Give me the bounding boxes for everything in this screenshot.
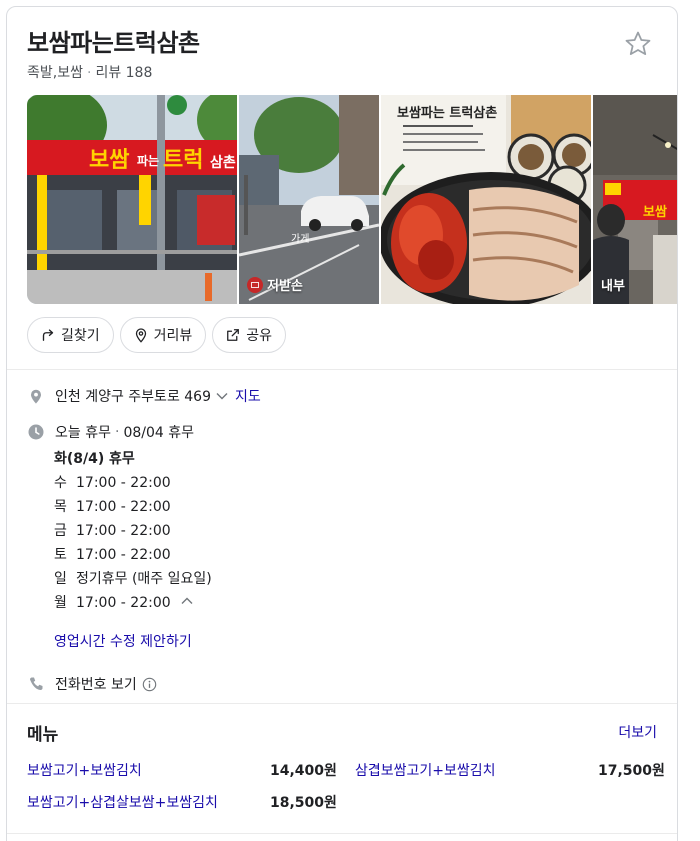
hours-row: 일 정기휴무 (매주 일요일) <box>54 567 657 591</box>
photo-street[interactable]: 가게 저받손 <box>239 95 379 304</box>
divider <box>7 833 677 834</box>
location-pin-icon <box>31 389 41 404</box>
menu-item: 삼겹보쌈고기+보쌈김치 17,500원 <box>355 760 665 780</box>
menu-card-text: 보쌈파는 트럭삼촌 <box>397 105 497 121</box>
sign-text: 파는 <box>137 153 159 168</box>
menu-title: 메뉴 <box>27 725 59 745</box>
clock-icon <box>28 424 44 440</box>
place-meta: 족발,보쌈 · 리뷰 188 <box>27 65 153 81</box>
menu-item-name[interactable]: 보쌈고기+보쌈김치 <box>27 763 142 779</box>
menu-item-price: 17,500원 <box>598 763 665 779</box>
hours-row: 토 17:00 - 22:00 <box>54 543 657 567</box>
menu-item-price: 14,400원 <box>270 763 337 779</box>
menu-item: 보쌈고기+삼겹살보쌈+보쌈김치 18,500원 <box>27 792 337 812</box>
share-icon <box>227 329 240 341</box>
interior-label: 내부 <box>601 279 625 294</box>
uploader-avatar-icon <box>247 276 263 293</box>
suggest-edit-wrap: 영업시간 수정 제안하기 <box>54 631 657 651</box>
interior-sign-text: 보쌈 <box>643 204 667 220</box>
hours-status-detail: 08/04 휴무 <box>123 425 194 441</box>
hours-day: 월 <box>54 595 67 611</box>
hours-time: 17:00 - 22:00 <box>76 595 171 611</box>
photo-food[interactable]: 보쌈파는 트럭삼촌 <box>381 95 591 304</box>
hours-time: 17:00 - 22:00 <box>76 499 171 515</box>
address-text: 인천 계양구 주부토로 469 <box>55 389 211 405</box>
chevron-up-icon[interactable] <box>180 594 194 608</box>
hours-day: 금 <box>54 523 67 539</box>
hours-time: 정기휴무 (매주 일요일) <box>76 571 212 587</box>
photo-tag-store: 가게 <box>291 233 309 245</box>
hours-day: 토 <box>54 547 67 563</box>
hours-row: 목 17:00 - 22:00 <box>54 495 657 519</box>
photo-storefront[interactable]: 보쌈 파는 트럭 삼촌 <box>27 95 237 304</box>
hours-row: 화(8/4) 휴무 <box>54 447 657 471</box>
directions-button[interactable]: 길찾기 <box>27 317 114 353</box>
hours-status: 오늘 휴무 <box>55 425 111 441</box>
sign-text: 보쌈 <box>89 148 129 173</box>
sign-text: 삼촌 <box>210 155 236 171</box>
uploader-name: 저받손 <box>267 279 303 294</box>
sign-text: 트럭 <box>163 148 203 173</box>
photo-strip: 보쌈 파는 트럭 삼촌 가게 저받손 보쌈파는 트럭삼촌 보쌈 내부 <box>27 95 677 304</box>
phone-icon <box>30 677 43 690</box>
star-icon[interactable] <box>623 29 653 59</box>
hours-row: 금 17:00 - 22:00 <box>54 519 657 543</box>
place-card: 보쌈파는트럭삼촌 족발,보쌈 · 리뷰 188 보쌈 파는 트럭 삼촌 가게 저… <box>6 6 678 841</box>
action-bar: 길찾기 거리뷰 공유 <box>27 317 287 353</box>
menu-item-name[interactable]: 보쌈고기+삼겹살보쌈+보쌈김치 <box>27 795 218 811</box>
hours-day: 수 <box>54 475 67 491</box>
share-button[interactable]: 공유 <box>212 317 287 353</box>
info-icon[interactable] <box>142 677 157 692</box>
menu-item-name[interactable]: 삼겹보쌈고기+보쌈김치 <box>355 763 496 779</box>
hours-day: 일 <box>54 571 67 587</box>
suggest-hours-edit-link[interactable]: 영업시간 수정 제안하기 <box>54 634 192 650</box>
phone-link[interactable]: 전화번호 보기 <box>55 674 137 694</box>
menu-item: 보쌈고기+보쌈김치 14,400원 <box>27 760 337 780</box>
directions-label: 길찾기 <box>61 328 100 344</box>
phone-row: 전화번호 보기 <box>27 673 657 695</box>
hours-day: 목 <box>54 499 67 515</box>
place-title: 보쌈파는트럭삼촌 <box>27 29 200 57</box>
hours-time: 17:00 - 22:00 <box>76 547 171 563</box>
divider <box>7 703 677 704</box>
chevron-down-icon[interactable] <box>215 389 229 403</box>
map-link[interactable]: 지도 <box>235 386 261 406</box>
info-section: 인천 계양구 주부토로 469 지도 오늘 휴무 · 08/04 휴무 화(8/… <box>27 385 657 695</box>
streetview-label: 거리뷰 <box>153 328 193 344</box>
hours-row: 수 17:00 - 22:00 <box>54 471 657 495</box>
location-pin-icon <box>135 328 146 343</box>
hours-status-row: 오늘 휴무 · 08/04 휴무 <box>27 421 657 443</box>
place-header: 보쌈파는트럭삼촌 족발,보쌈 · 리뷰 188 <box>27 27 657 83</box>
hours-time: 휴무 <box>109 451 135 467</box>
category-label: 족발,보쌈 <box>27 65 83 81</box>
streetview-button[interactable]: 거리뷰 <box>119 317 207 353</box>
hours-row: 월 17:00 - 22:00 <box>54 591 657 615</box>
menu-item-price: 18,500원 <box>270 795 337 811</box>
hours-time: 17:00 - 22:00 <box>76 523 171 539</box>
uploader-tag: 저받손 <box>247 275 303 294</box>
hours-table: 화(8/4) 휴무 수 17:00 - 22:00 목 17:00 - 22:00 금… <box>54 447 657 651</box>
hours-day: 화(8/4) <box>54 451 105 467</box>
directions-arrow-icon <box>42 329 54 341</box>
share-label: 공유 <box>246 328 273 344</box>
menu-more-link[interactable]: 더보기 <box>618 722 657 742</box>
interior-tag: 내부 <box>601 275 625 294</box>
review-count[interactable]: 리뷰 188 <box>95 65 152 81</box>
divider <box>7 369 677 370</box>
address-row: 인천 계양구 주부토로 469 지도 <box>27 385 657 407</box>
hours-time: 17:00 - 22:00 <box>76 475 171 491</box>
photo-interior[interactable]: 보쌈 내부 <box>593 95 677 304</box>
